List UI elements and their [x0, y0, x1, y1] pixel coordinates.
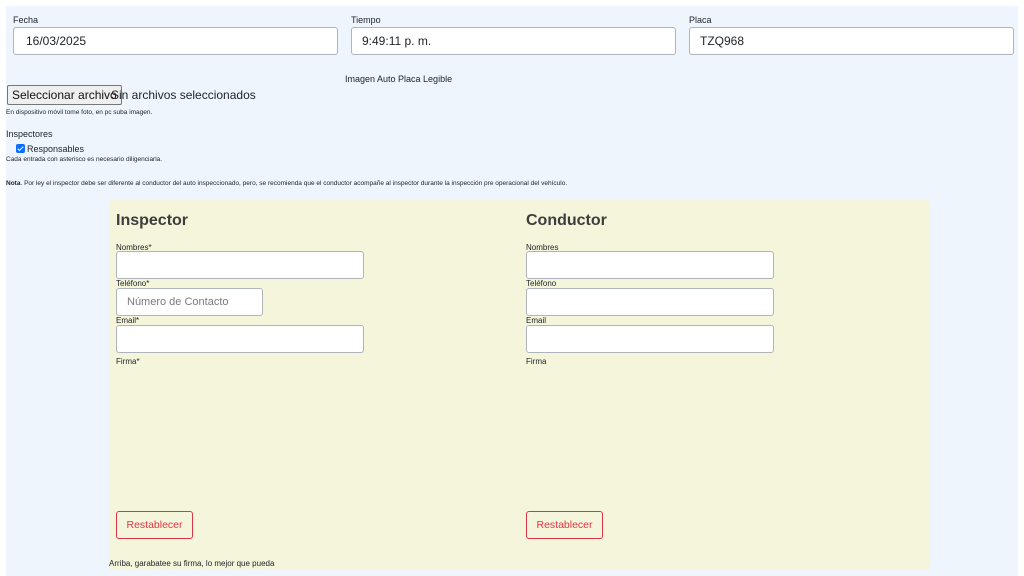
inspector-telefono-label: Teléfono*	[116, 279, 150, 288]
conductor-telefono-label: Teléfono	[526, 279, 557, 288]
inspector-nombres-input[interactable]	[116, 251, 364, 279]
inspector-firma-label: Firma*	[116, 357, 140, 366]
fecha-input[interactable]	[13, 27, 338, 55]
fecha-group: Fecha	[13, 15, 338, 55]
responsables-label[interactable]: Responsables	[27, 144, 84, 154]
conductor-reset-button[interactable]: Restablecer	[526, 511, 603, 539]
required-hint: Cada entrada con asterisco es necesario …	[6, 156, 163, 163]
tiempo-group: Tiempo	[351, 15, 676, 55]
conductor-email-label: Email	[526, 316, 547, 325]
signature-hint: Arriba, garabatee su firma, lo mejor que…	[109, 559, 275, 568]
conductor-signature-canvas[interactable]	[526, 372, 776, 502]
tiempo-label: Tiempo	[351, 15, 381, 25]
conductor-email-input[interactable]	[526, 325, 774, 353]
inspector-title: Inspector	[116, 212, 189, 229]
placa-group: Placa	[689, 15, 1014, 55]
inspector-email-label: Email*	[116, 316, 140, 325]
placa-input[interactable]	[689, 27, 1014, 55]
conductor-title: Conductor	[526, 212, 607, 229]
responsables-checkbox[interactable]	[16, 144, 25, 153]
note-body: . Por ley el inspector debe ser diferent…	[20, 180, 568, 187]
inspector-email-input[interactable]	[116, 325, 364, 353]
select-file-button[interactable]: Seleccionar archivo	[7, 85, 122, 105]
image-caption: Imagen Auto Placa Legible	[345, 74, 453, 84]
inspection-form-page: Fecha Tiempo Placa Imagen Auto Placa Leg…	[6, 6, 1018, 576]
conductor-telefono-input[interactable]	[526, 288, 774, 316]
fecha-label: Fecha	[13, 15, 39, 25]
inspector-signature-canvas[interactable]	[116, 372, 366, 502]
inspector-telefono-input[interactable]	[116, 288, 263, 316]
signature-panel: Inspector Nombres* Teléfono* Email* Firm…	[109, 200, 929, 570]
note-text: Nota. Por ley el inspector debe ser dife…	[6, 180, 567, 187]
note-bold: Nota	[6, 180, 21, 187]
file-status: Sin archivos seleccionados	[111, 88, 256, 102]
inspector-reset-button[interactable]: Restablecer	[116, 511, 193, 539]
conductor-firma-label: Firma	[526, 357, 547, 366]
placa-label: Placa	[689, 15, 712, 25]
conductor-nombres-input[interactable]	[526, 251, 774, 279]
inspectors-title: Inspectores	[6, 129, 53, 139]
upload-hint: En dispositivo móvil tome foto, en pc su…	[6, 109, 153, 116]
tiempo-input[interactable]	[351, 27, 676, 55]
